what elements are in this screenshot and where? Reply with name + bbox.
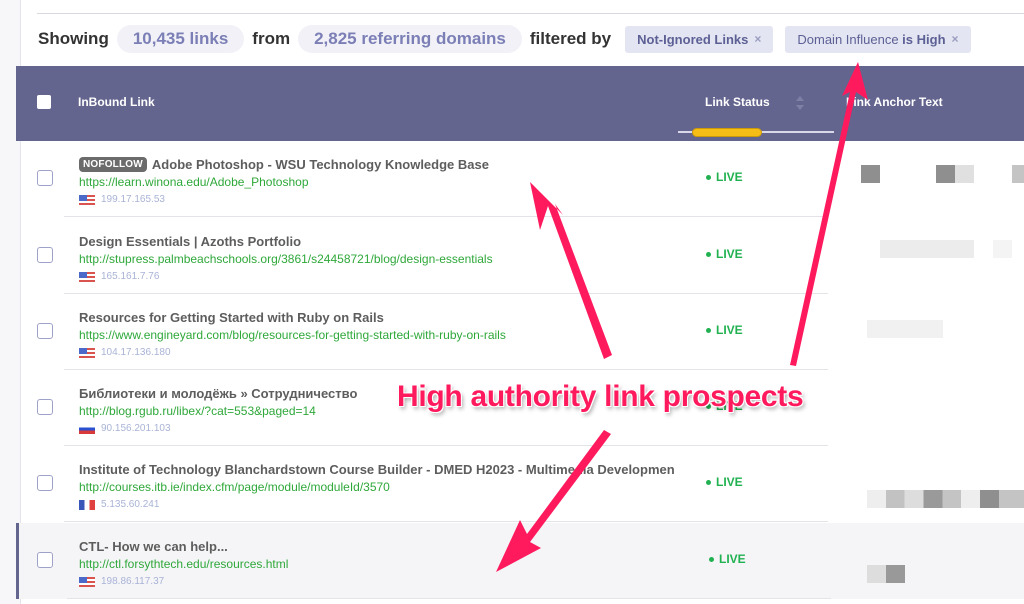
link-status: LIVE <box>706 170 743 184</box>
filtered-by-label: filtered by <box>529 29 612 48</box>
link-title[interactable]: CTL- How we can help... <box>79 539 228 554</box>
link-title-text[interactable]: CTL- How we can help... <box>79 539 228 554</box>
link-status: LIVE <box>706 247 743 261</box>
row-checkbox[interactable] <box>37 399 53 415</box>
ip-address: 104.17.136.180 <box>101 347 171 358</box>
ip-info: 165.161.7.76 <box>79 271 159 282</box>
filter-chip-label: Not-Ignored Links <box>637 31 749 47</box>
table-row[interactable]: CTL- How we can help... http://ctl.forsy… <box>16 523 1024 599</box>
ip-info: 5.135.60.241 <box>79 499 159 510</box>
row-checkbox[interactable] <box>37 475 53 491</box>
link-title[interactable]: Библиотеки и молодёжь » Сотрудничество <box>79 386 357 401</box>
link-status: LIVE <box>706 323 743 337</box>
row-checkbox[interactable] <box>37 552 53 568</box>
anchor-text-redacted <box>993 240 1012 258</box>
close-icon[interactable]: × <box>754 32 761 46</box>
table-row[interactable]: Design Essentials | Azoths Portfolio htt… <box>16 218 1024 294</box>
flag-ru-icon <box>79 423 95 434</box>
anchor-text-redacted <box>867 565 905 583</box>
ip-address: 165.161.7.76 <box>101 271 160 282</box>
row-divider <box>64 216 828 217</box>
column-header-inbound-link[interactable]: InBound Link <box>78 95 155 109</box>
status-dot-icon <box>706 327 711 333</box>
anchor-text-redacted <box>867 320 943 338</box>
link-title[interactable]: NOFOLLOW Adobe Photoshop - WSU Technolog… <box>79 157 489 172</box>
status-text: LIVE <box>716 247 743 261</box>
nofollow-badge: NOFOLLOW <box>79 157 147 172</box>
domains-count: 2,825 referring domains <box>298 25 522 53</box>
ip-address: 199.17.165.53 <box>101 194 165 205</box>
table-row[interactable]: Institute of Technology Blanchardstown C… <box>16 446 1024 522</box>
link-title[interactable]: Institute of Technology Blanchardstown C… <box>79 462 675 477</box>
link-title[interactable]: Resources for Getting Started with Ruby … <box>79 310 384 325</box>
ip-address: 5.135.60.241 <box>101 499 160 510</box>
from-label: from <box>252 29 291 48</box>
ip-address: 90.156.201.103 <box>101 423 171 434</box>
status-dot-icon <box>706 479 711 485</box>
column-header-link-status[interactable]: Link Status <box>705 95 770 109</box>
link-url[interactable]: https://www.engineyard.com/blog/resource… <box>79 328 506 342</box>
flag-us-icon <box>79 271 95 282</box>
anchor-text-redacted <box>861 165 880 183</box>
ip-address: 198.86.117.37 <box>101 576 165 587</box>
link-status: LIVE <box>709 552 746 566</box>
link-status: LIVE <box>706 475 743 489</box>
select-all-checkbox[interactable] <box>37 95 51 109</box>
sort-icon[interactable] <box>795 95 805 111</box>
links-count: 10,435 links <box>116 25 245 53</box>
showing-label: Showing <box>38 29 109 48</box>
results-summary: Showing 10,435 links from 2,825 referrin… <box>36 24 971 54</box>
row-divider <box>67 598 831 599</box>
active-sort-indicator <box>692 128 762 137</box>
status-dot-icon <box>709 556 714 562</box>
link-url[interactable]: http://blog.rgub.ru/libex/?cat=553&paged… <box>79 404 316 418</box>
link-url[interactable]: http://stupress.palmbeachschools.org/386… <box>79 252 493 266</box>
row-checkbox[interactable] <box>37 170 53 186</box>
link-title-text[interactable]: Resources for Getting Started with Ruby … <box>79 310 384 325</box>
anchor-text-redacted <box>955 165 974 183</box>
anchor-text-redacted <box>936 165 955 183</box>
close-icon[interactable]: × <box>952 32 959 46</box>
link-url[interactable]: http://courses.itb.ie/index.cfm/page/mod… <box>79 480 390 494</box>
ip-info: 104.17.136.180 <box>79 347 171 358</box>
link-title-text[interactable]: Adobe Photoshop - WSU Technology Knowled… <box>152 157 489 172</box>
link-title[interactable]: Design Essentials | Azoths Portfolio <box>79 234 301 249</box>
flag-us-icon <box>79 576 95 587</box>
link-url[interactable]: https://learn.winona.edu/Adobe_Photoshop <box>79 175 309 189</box>
flag-us-icon <box>79 347 95 358</box>
filter-chip-value: is High <box>902 31 946 47</box>
table-header: InBound Link Link Status Link Anchor Tex… <box>16 66 1024 141</box>
status-text: LIVE <box>716 170 743 184</box>
ip-info: 90.156.201.103 <box>79 423 171 434</box>
link-title-text[interactable]: Institute of Technology Blanchardstown C… <box>79 462 675 477</box>
ip-info: 199.17.165.53 <box>79 194 165 205</box>
filter-chip-not-ignored[interactable]: Not-Ignored Links × <box>625 25 774 53</box>
flag-fr-icon <box>79 499 95 510</box>
annotation-label: High authority link prospects <box>397 380 804 413</box>
link-url[interactable]: http://ctl.forsythtech.edu/resources.htm… <box>79 557 288 571</box>
ip-info: 198.86.117.37 <box>79 576 164 587</box>
row-checkbox[interactable] <box>37 247 53 263</box>
link-title-text[interactable]: Библиотеки и молодёжь » Сотрудничество <box>79 386 357 401</box>
divider <box>37 13 1024 14</box>
anchor-text-redacted <box>880 240 974 258</box>
filter-chip-domain-influence[interactable]: Domain Influence is High × <box>785 25 971 53</box>
row-checkbox[interactable] <box>37 323 53 339</box>
anchor-text-redacted <box>867 490 1024 508</box>
status-text: LIVE <box>716 475 743 489</box>
column-header-anchor-text[interactable]: Link Anchor Text <box>846 95 943 109</box>
filter-chip-label: Domain Influence <box>797 31 899 47</box>
status-dot-icon <box>706 251 711 257</box>
flag-us-icon <box>79 194 95 205</box>
status-text: LIVE <box>719 552 746 566</box>
row-divider <box>64 521 828 522</box>
status-text: LIVE <box>716 323 743 337</box>
anchor-text-redacted <box>1012 165 1024 183</box>
link-title-text[interactable]: Design Essentials | Azoths Portfolio <box>79 234 301 249</box>
status-dot-icon <box>706 174 711 180</box>
